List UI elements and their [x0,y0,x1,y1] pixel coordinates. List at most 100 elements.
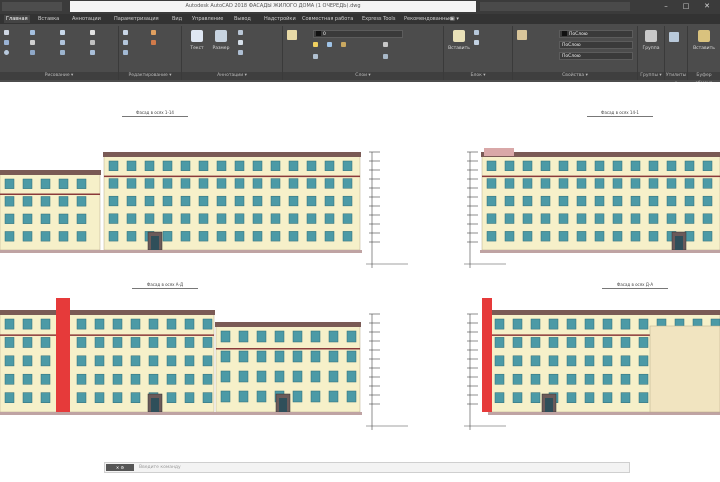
elevation-1-main-window [234,178,245,189]
tab-express[interactable]: Express Tools [360,15,397,23]
tab-view[interactable]: Вид [170,15,184,23]
elevation-1-main-window [216,178,227,189]
tab-more[interactable]: ▣ ▾ [448,15,461,23]
elevation-4-window [638,373,649,385]
elevation-1-main-window [198,231,209,242]
text-button[interactable]: Текст [186,28,208,68]
fillet-button[interactable] [90,40,97,47]
copy-icon [60,40,65,45]
trim-button[interactable] [90,30,97,37]
tab-output[interactable]: Вывод [232,15,253,23]
color-value: ПоСлою [569,32,588,37]
tab-insert[interactable]: Вставка [36,15,61,23]
elevation-title-4-text: Фасад в осях Д-А [616,282,654,287]
elevation-4-window [530,392,541,403]
search-signin-area[interactable] [480,2,630,11]
elevation-3-main-window [112,392,123,403]
move-button[interactable] [60,30,67,37]
table-button[interactable] [238,40,245,47]
elevation-3-main-window [4,355,15,367]
create-block-button[interactable] [474,30,481,37]
elevation-3-main-window [40,373,51,385]
lineweight-dropdown[interactable]: ПоСлою [559,41,633,49]
make-current-button[interactable] [383,42,390,49]
elevation-1-main-window [342,160,353,171]
elevation-3-main-window [130,318,141,330]
edit-block-button[interactable] [474,40,481,47]
layer-isolate-button[interactable] [313,54,320,61]
command-input[interactable]: Введите команду [139,463,181,472]
scale-button[interactable] [123,40,130,47]
tab-home[interactable]: Главная [4,15,30,23]
elevation-1-main-window [180,195,191,207]
layer-properties-button[interactable] [287,30,299,40]
polyline-button[interactable] [4,40,11,47]
stretch-button[interactable] [60,50,67,57]
insert-block-button[interactable]: Вставить [448,28,470,68]
rectangle-icon [30,40,35,45]
line-button[interactable] [4,30,11,37]
leader-button[interactable] [238,30,245,37]
color-dropdown[interactable]: ПоСлою [559,30,633,38]
rotate-button[interactable] [123,50,130,57]
match-properties-button[interactable] [517,30,529,40]
elevation-3-main-window [76,318,87,330]
measure-button[interactable] [669,32,681,42]
rectangle-button[interactable] [30,40,37,47]
elevation-4-window [548,355,559,367]
elevation-3-low-window [274,370,285,383]
elevation-1-main-window [126,195,137,207]
mtext-button[interactable] [238,50,245,57]
group-button[interactable]: Группа [640,28,662,68]
command-line-close-button[interactable]: ✕ ⚙ [106,464,134,471]
offset-button[interactable] [151,30,158,37]
linetype-dropdown[interactable]: ПоСлою [559,52,633,60]
match-layer-button[interactable] [383,54,390,61]
elevation-2-window [666,213,677,224]
panel-properties: ПоСлою ПоСлою ПоСлою Свойства ▾ [513,26,638,80]
elevation-2-window [594,231,605,242]
maximize-button[interactable]: □ [676,2,696,11]
panel-title-modify: Редактирование ▾ [119,72,181,80]
elevation-4-ground-line [488,412,720,415]
insert-block-icon [453,30,465,42]
drawing-canvas[interactable]: Фасад в осях 1-14 Фасад в осях 14-1 Фаса… [0,82,720,480]
layer-freeze-button[interactable] [327,42,334,49]
elevation-3-main-window [112,337,123,348]
dimension-button-label: Размер [212,46,230,51]
dimension-button[interactable]: Размер [210,28,232,68]
circle-button[interactable] [4,50,11,57]
tab-featured[interactable]: Рекомендованные [402,15,454,23]
arc-button[interactable] [30,30,37,37]
command-line[interactable]: ✕ ⚙ Введите команду [104,462,630,473]
mirror-button[interactable] [123,30,130,37]
hatch-button[interactable] [30,50,37,57]
elevation-3-main-window [148,337,159,348]
quick-access-toolbar[interactable] [2,2,62,11]
tab-annotate[interactable]: Аннотации [70,15,103,23]
elevation-4-window [512,355,523,367]
elevation-1-low-window [58,178,69,189]
erase-button[interactable] [151,40,158,47]
elevation-4-window [584,337,595,348]
array-button[interactable] [90,50,97,57]
elevation-2-window [630,231,641,242]
layer-lock-button[interactable] [341,42,348,49]
elevation-3-main-window [166,392,177,403]
minimize-button[interactable]: – [656,2,676,11]
elevation-4-window [566,355,577,367]
close-button[interactable]: ✕ [697,2,717,11]
layer-off-button[interactable] [313,42,320,49]
tab-collaborate[interactable]: Совместная работа [300,15,355,23]
elevation-3-main-window [40,355,51,367]
paste-button[interactable]: Вставить [693,28,715,68]
elevation-2-window [594,213,605,224]
tab-parametric[interactable]: Параметризация [112,15,161,23]
tab-addins[interactable]: Надстройки [262,15,298,23]
tab-manage[interactable]: Управление [190,15,225,23]
copy-button[interactable] [60,40,67,47]
elevation-2-window [612,160,623,171]
panel-title-annotation: Аннотации ▾ [182,72,282,80]
elevation-3-main-window [94,373,105,385]
layer-dropdown[interactable]: 0 [313,30,403,38]
